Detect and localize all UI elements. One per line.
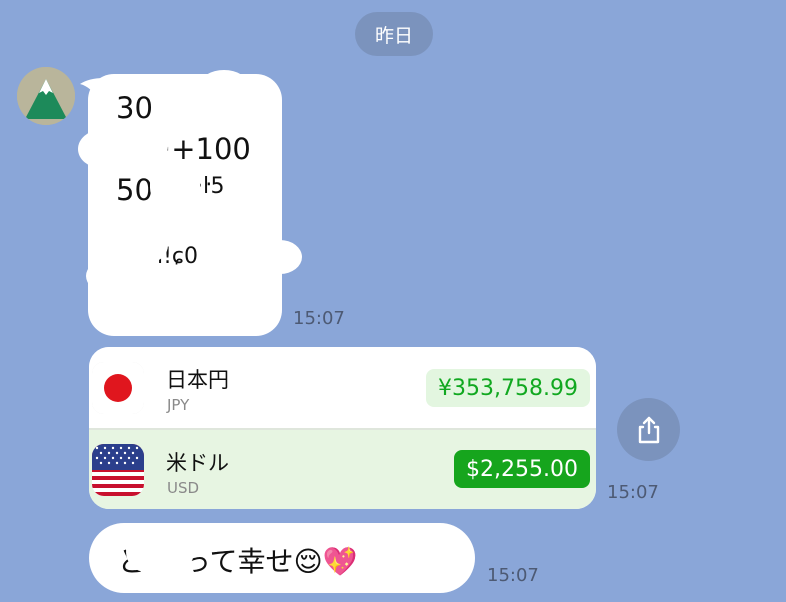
obscured-text-fragment: ·+100	[162, 132, 251, 166]
scribble	[118, 128, 168, 164]
scribble	[150, 166, 200, 206]
message-timestamp: 15:07	[293, 308, 345, 329]
scribble	[86, 260, 126, 292]
scribble	[126, 532, 194, 572]
currency-converter-card[interactable]: 日本円 JPY ¥353,758.99 米ドル USD $2,255.00	[89, 347, 596, 509]
share-icon[interactable]	[617, 398, 680, 461]
scribble	[78, 130, 124, 168]
currency-row-usd[interactable]: 米ドル USD $2,255.00	[89, 430, 596, 509]
currency-amount[interactable]: $2,255.00	[454, 450, 590, 488]
obscured-text-fragment: 50	[116, 173, 153, 207]
currency-name: 米ドル	[166, 451, 229, 475]
scribble	[200, 70, 248, 100]
currency-code: USD	[167, 479, 200, 497]
currency-amount[interactable]: ¥353,758.99	[426, 369, 590, 407]
message-timestamp: 15:07	[487, 565, 539, 586]
currency-name: 日本円	[166, 368, 229, 392]
currency-code: JPY	[167, 396, 190, 414]
mountain-avatar-icon[interactable]	[17, 67, 75, 125]
us-flag-icon	[92, 444, 144, 496]
message-timestamp: 15:07	[607, 482, 659, 503]
scribble	[258, 240, 302, 274]
date-separator: 昨日	[355, 12, 433, 56]
scribble	[108, 228, 168, 262]
obscured-text-fragment: 30	[116, 91, 153, 125]
obscured-text-fragment: ·ŀ5	[196, 174, 225, 199]
currency-row-jpy[interactable]: 日本円 JPY ¥353,758.99	[89, 347, 596, 428]
japan-flag-icon	[92, 362, 144, 414]
